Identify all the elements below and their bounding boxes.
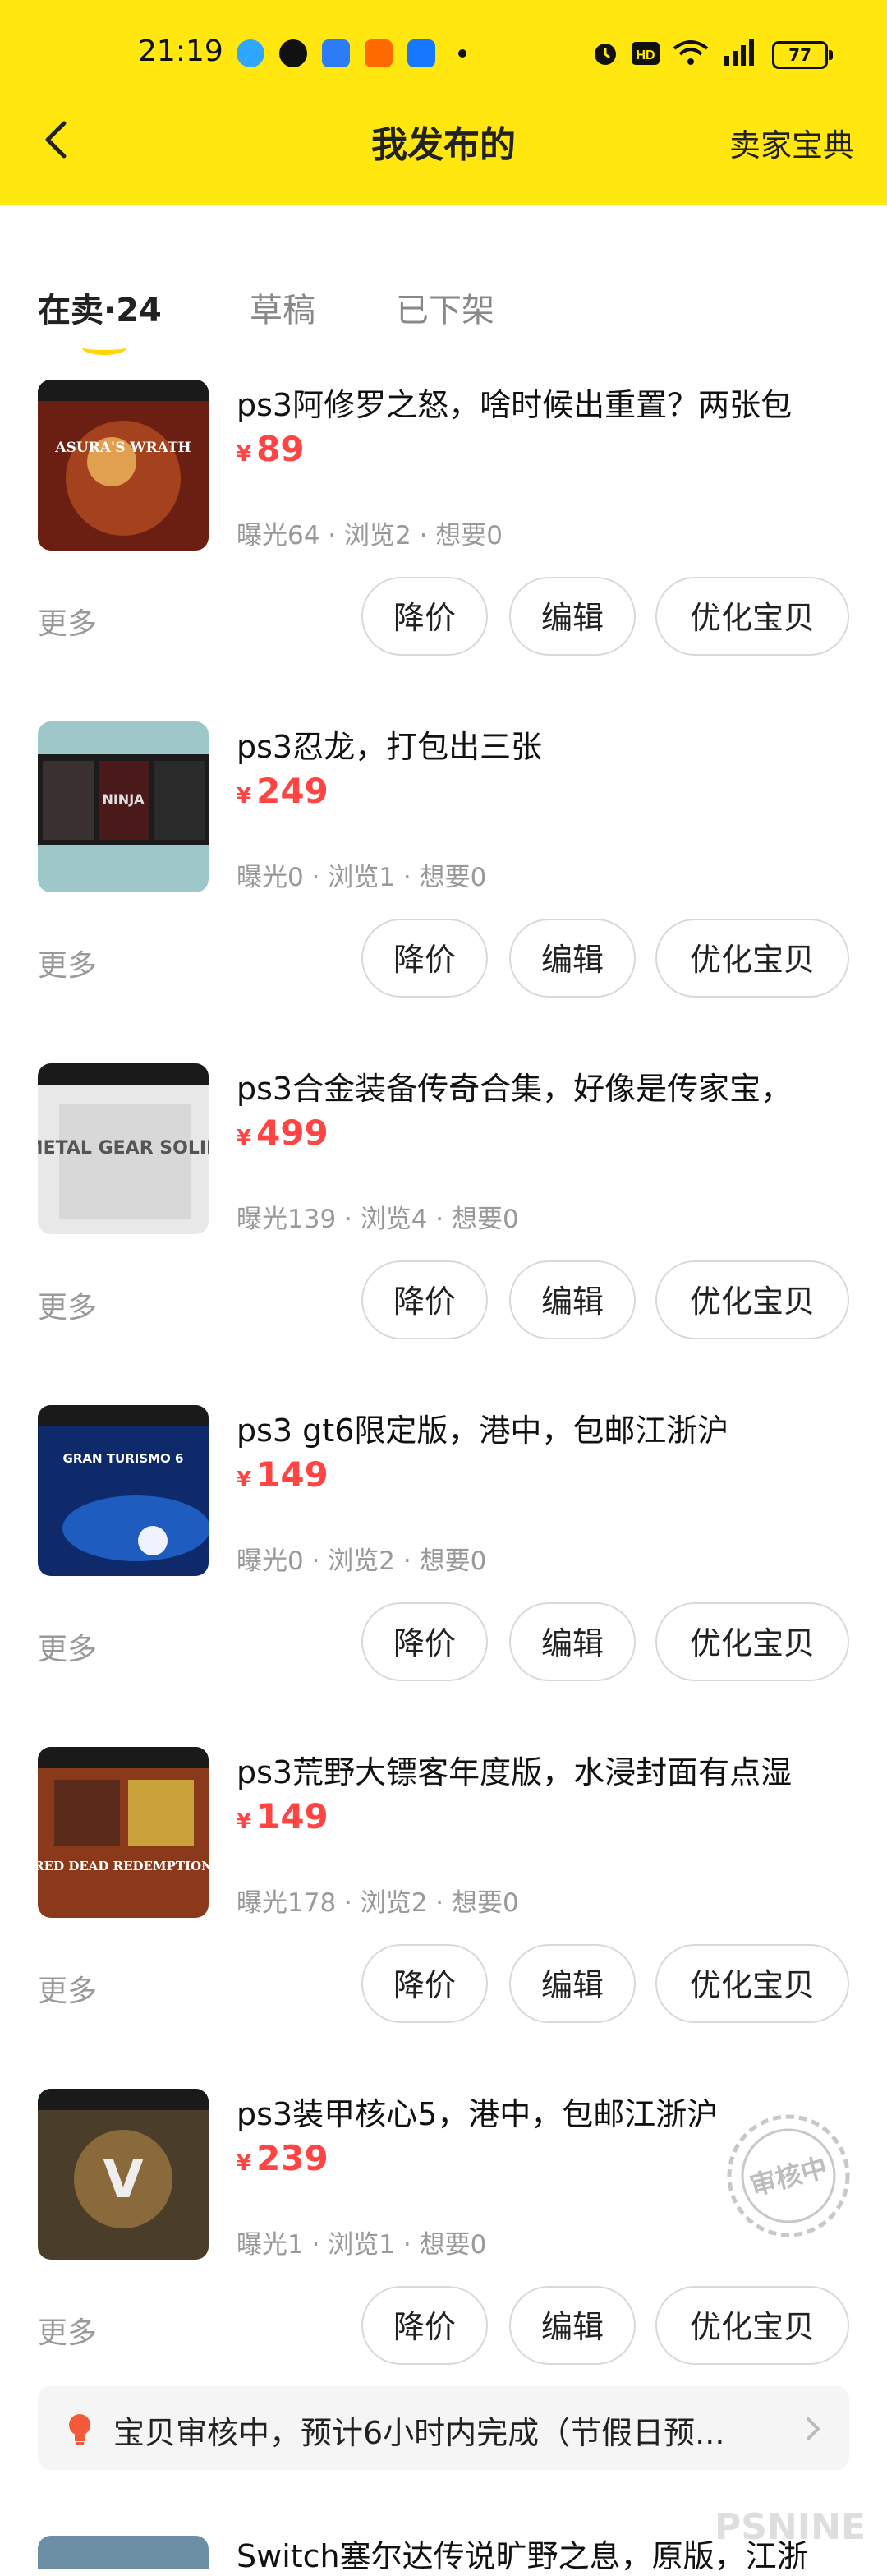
listing-stats: 曝光64 · 浏览2 · 想要0	[237, 521, 503, 551]
under-review-stamp: 审核中	[727, 2114, 850, 2237]
listing-price: ¥249	[237, 771, 329, 811]
listing-item[interactable]: NINJA ps3忍龙，打包出三张 ¥249 曝光0 · 浏览1 · 想要0 更…	[0, 721, 887, 1063]
site-watermark: PSNINE	[715, 2506, 866, 2548]
seller-guide-link[interactable]: 卖家宝典	[729, 120, 854, 165]
battery-indicator: 77	[772, 41, 833, 69]
listing-title: ps3合金装备传奇合集，好像是传家宝，	[237, 1071, 793, 1107]
reduce-price-button[interactable]: 降价	[361, 1602, 488, 1681]
shield-app-icon	[322, 39, 350, 67]
lightbulb-icon	[69, 2414, 90, 2445]
listing-thumbnail[interactable]: ASURA'S WRATH	[38, 380, 209, 551]
optimize-item-button[interactable]: 优化宝贝	[655, 1260, 849, 1339]
listing-item[interactable]: GRAN TURISMO 6 ps3 gt6限定版，港中，包邮江浙沪 ¥149 …	[0, 1405, 887, 1747]
tab-active-indicator	[82, 340, 126, 355]
tab-on-sale[interactable]: 在卖·24	[38, 283, 162, 331]
listing-thumbnail[interactable]: RED DEAD REDEMPTION	[38, 1747, 209, 1918]
more-button[interactable]: 更多	[38, 942, 97, 984]
more-button[interactable]: 更多	[38, 1283, 97, 1326]
listing-thumbnail[interactable]: NINJA	[38, 721, 209, 892]
thumbnail-caption: V	[103, 2150, 144, 2210]
more-button[interactable]: 更多	[38, 1967, 97, 2010]
thumbnail-caption: NINJA	[102, 791, 145, 807]
svg-text:审核中: 审核中	[747, 2151, 831, 2202]
edit-button[interactable]: 编辑	[509, 577, 636, 656]
status-bar: 21:19 HD 77	[0, 0, 887, 115]
tab-drafts[interactable]: 草稿	[250, 283, 315, 331]
listing-stats: 曝光0 · 浏览2 · 想要0	[237, 1546, 487, 1576]
reduce-price-button[interactable]: 降价	[361, 1944, 488, 2023]
optimize-item-button[interactable]: 优化宝贝	[655, 2286, 849, 2365]
more-button[interactable]: 更多	[38, 600, 97, 643]
listing-stats: 曝光139 · 浏览4 · 想要0	[237, 1205, 519, 1234]
app-icon	[279, 39, 307, 67]
optimize-item-button[interactable]: 优化宝贝	[655, 577, 849, 656]
alarm-icon	[595, 44, 616, 65]
listing-thumbnail[interactable]: METAL GEAR SOLID	[38, 1063, 209, 1234]
optimize-item-button[interactable]: 优化宝贝	[655, 1602, 849, 1681]
notification-dot	[458, 49, 466, 58]
thumbnail-caption: METAL GEAR SOLID	[38, 1138, 209, 1159]
alipay-icon	[407, 39, 435, 67]
status-time: 21:19	[138, 35, 223, 68]
listing-price: ¥149	[237, 1796, 329, 1836]
edit-button[interactable]: 编辑	[509, 919, 636, 998]
more-button[interactable]: 更多	[38, 2309, 97, 2352]
listing-price: ¥499	[237, 1113, 329, 1153]
reduce-price-button[interactable]: 降价	[361, 577, 488, 656]
hd-icon: HD	[632, 42, 660, 65]
chevron-right-icon	[807, 2417, 820, 2440]
edit-button[interactable]: 编辑	[509, 1260, 636, 1339]
listing-title: ps3忍龙，打包出三张	[237, 729, 543, 765]
more-button[interactable]: 更多	[38, 1625, 97, 1668]
listing-title: ps3荒野大镖客年度版，水浸封面有点湿	[237, 1754, 793, 1790]
listing-thumbnail[interactable]: V	[38, 2089, 209, 2260]
thumbnail-caption: ASURA'S WRATH	[54, 440, 191, 456]
reduce-price-button[interactable]: 降价	[361, 1260, 488, 1339]
edit-button[interactable]: 编辑	[509, 2286, 636, 2365]
review-notice-banner[interactable]: 宝贝审核中，预计6小时内完成（节假日预...	[38, 2386, 849, 2470]
thumbnail-caption: GRAN TURISMO 6	[63, 1451, 184, 1466]
svg-text:HD: HD	[636, 48, 655, 62]
listing-price: ¥239	[237, 2138, 329, 2178]
listing-title: ps3 gt6限定版，港中，包邮江浙沪	[237, 1412, 729, 1449]
edit-button[interactable]: 编辑	[509, 1944, 636, 2023]
listing-item[interactable]: METAL GEAR SOLID ps3合金装备传奇合集，好像是传家宝， ¥49…	[0, 1063, 887, 1405]
listing-price: ¥89	[237, 429, 305, 469]
thumbnail-caption: RED DEAD REDEMPTION	[38, 1859, 209, 1873]
optimize-item-button[interactable]: 优化宝贝	[655, 1944, 849, 2023]
listing-title: ps3阿修罗之怒，啥时候出重置？两张包	[237, 387, 793, 423]
listing-thumbnail[interactable]	[38, 2536, 209, 2569]
taobao-icon	[365, 39, 393, 67]
listing-thumbnail[interactable]: GRAN TURISMO 6	[38, 1405, 209, 1576]
listing-item[interactable]: ASURA'S WRATH ps3阿修罗之怒，啥时候出重置？两张包 ¥89 曝光…	[0, 380, 887, 721]
listing-item[interactable]: RED DEAD REDEMPTION ps3荒野大镖客年度版，水浸封面有点湿 …	[0, 1747, 887, 2089]
review-notice-text: 宝贝审核中，预计6小时内完成（节假日预...	[113, 2415, 725, 2451]
listing-stats: 曝光1 · 浏览1 · 想要0	[237, 2230, 487, 2260]
optimize-item-button[interactable]: 优化宝贝	[655, 919, 849, 998]
reduce-price-button[interactable]: 降价	[361, 2286, 488, 2365]
edit-button[interactable]: 编辑	[509, 1602, 636, 1681]
signal-icon	[724, 39, 754, 66]
listing-price: ¥149	[237, 1454, 329, 1495]
listing-stats: 曝光178 · 浏览2 · 想要0	[237, 1888, 519, 1918]
svg-text:PSNINE: PSNINE	[715, 2506, 866, 2548]
tab-removed[interactable]: 已下架	[396, 283, 494, 331]
qq-icon	[237, 39, 264, 67]
listing-stats: 曝光0 · 浏览1 · 想要0	[237, 863, 487, 892]
reduce-price-button[interactable]: 降价	[361, 919, 488, 998]
wifi-icon	[673, 40, 709, 65]
